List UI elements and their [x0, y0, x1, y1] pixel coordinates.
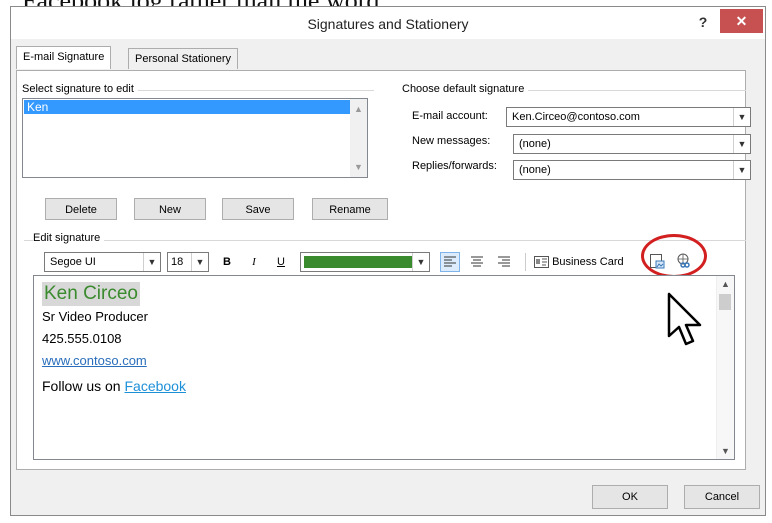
font-size-select[interactable]: 18 ▼	[167, 252, 209, 272]
italic-button[interactable]: I	[245, 253, 263, 271]
underline-button[interactable]: U	[272, 253, 290, 271]
help-button[interactable]: ?	[691, 11, 715, 33]
business-card-button[interactable]: Business Card	[534, 253, 624, 271]
signature-name: Ken Circeo	[42, 282, 140, 306]
email-account-value: Ken.Circeo@contoso.com	[512, 111, 640, 123]
new-button[interactable]: New	[134, 198, 206, 220]
scroll-down-icon[interactable]: ▼	[350, 159, 367, 175]
new-messages-select[interactable]: (none) ▼	[513, 134, 751, 154]
email-account-label: E-mail account:	[412, 110, 488, 122]
window-title: Signatures and Stationery	[307, 16, 469, 32]
signature-phone: 425.555.0108	[42, 331, 122, 346]
business-card-label: Business Card	[552, 256, 624, 268]
align-right-icon[interactable]	[495, 253, 513, 271]
cancel-button-label: Cancel	[704, 491, 740, 503]
save-button-label: Save	[245, 204, 271, 216]
new-messages-label: New messages:	[412, 135, 491, 147]
replies-forwards-select[interactable]: (none) ▼	[513, 160, 751, 180]
facebook-link[interactable]: Facebook	[124, 378, 185, 394]
font-size-value: 18	[171, 256, 184, 268]
font-color-swatch	[304, 256, 412, 268]
save-button[interactable]: Save	[222, 198, 294, 220]
mouse-cursor-icon	[667, 292, 702, 346]
title-bar: Signatures and Stationery ? ✕	[11, 7, 765, 39]
rename-button-label: Rename	[329, 204, 371, 216]
default-signature-label: Choose default signature	[402, 83, 529, 95]
replies-forwards-value: (none)	[519, 164, 551, 176]
select-signature-label: Select signature to edit	[22, 83, 138, 95]
signature-list-scrollbar[interactable]: ▲ ▼	[350, 99, 367, 177]
editor-scrollbar[interactable]: ▲ ▼	[716, 276, 734, 459]
chevron-down-icon[interactable]: ▼	[191, 253, 208, 271]
tab-email-signature-label: E-mail Signature	[23, 51, 105, 63]
signature-follow-line: Follow us on Facebook	[42, 372, 702, 400]
font-value: Segoe UI	[50, 256, 96, 268]
follow-text: Follow us on	[42, 378, 125, 394]
tab-personal-stationery[interactable]: Personal Stationery	[128, 48, 238, 69]
rename-button[interactable]: Rename	[312, 198, 388, 220]
signature-editor[interactable]: Ken Circeo Sr Video Producer 425.555.010…	[33, 275, 735, 460]
business-card-icon	[534, 256, 549, 269]
new-messages-value: (none)	[519, 138, 551, 150]
chevron-down-icon[interactable]: ▼	[733, 161, 750, 179]
scrollbar-thumb[interactable]	[719, 294, 731, 310]
bold-button[interactable]: B	[218, 253, 236, 271]
signature-job-title: Sr Video Producer	[42, 309, 148, 324]
scroll-up-icon[interactable]: ▲	[717, 276, 734, 292]
chevron-down-icon[interactable]: ▼	[733, 135, 750, 153]
delete-button[interactable]: Delete	[45, 198, 117, 220]
close-button[interactable]: ✕	[720, 9, 763, 33]
signature-list-item[interactable]: Ken	[24, 100, 352, 114]
scroll-up-icon[interactable]: ▲	[350, 101, 367, 117]
new-button-label: New	[158, 204, 181, 216]
signature-content[interactable]: Ken Circeo Sr Video Producer 425.555.010…	[42, 282, 702, 400]
scroll-down-icon[interactable]: ▼	[717, 443, 734, 459]
chevron-down-icon[interactable]: ▼	[412, 253, 429, 271]
chevron-down-icon[interactable]: ▼	[733, 108, 750, 126]
font-select[interactable]: Segoe UI ▼	[44, 252, 161, 272]
cancel-button[interactable]: Cancel	[684, 485, 760, 509]
ok-button-label: OK	[622, 491, 638, 503]
signature-website-link[interactable]: www.contoso.com	[42, 353, 147, 368]
align-center-icon[interactable]	[468, 253, 486, 271]
edit-signature-label: Edit signature	[33, 232, 105, 244]
signature-list[interactable]: Ken ▲ ▼	[22, 98, 368, 178]
highlight-circle	[641, 234, 707, 278]
delete-button-label: Delete	[65, 204, 97, 216]
toolbar-separator	[525, 253, 526, 271]
replies-forwards-label: Replies/forwards:	[412, 160, 497, 172]
tab-personal-stationery-label: Personal Stationery	[135, 53, 231, 65]
chevron-down-icon[interactable]: ▼	[143, 253, 160, 271]
email-account-select[interactable]: Ken.Circeo@contoso.com ▼	[506, 107, 751, 127]
font-color-select[interactable]: ▼	[300, 252, 430, 272]
tab-email-signature[interactable]: E-mail Signature	[16, 46, 112, 69]
ok-button[interactable]: OK	[592, 485, 668, 509]
group-divider	[24, 240, 746, 241]
align-left-icon[interactable]	[440, 252, 460, 272]
